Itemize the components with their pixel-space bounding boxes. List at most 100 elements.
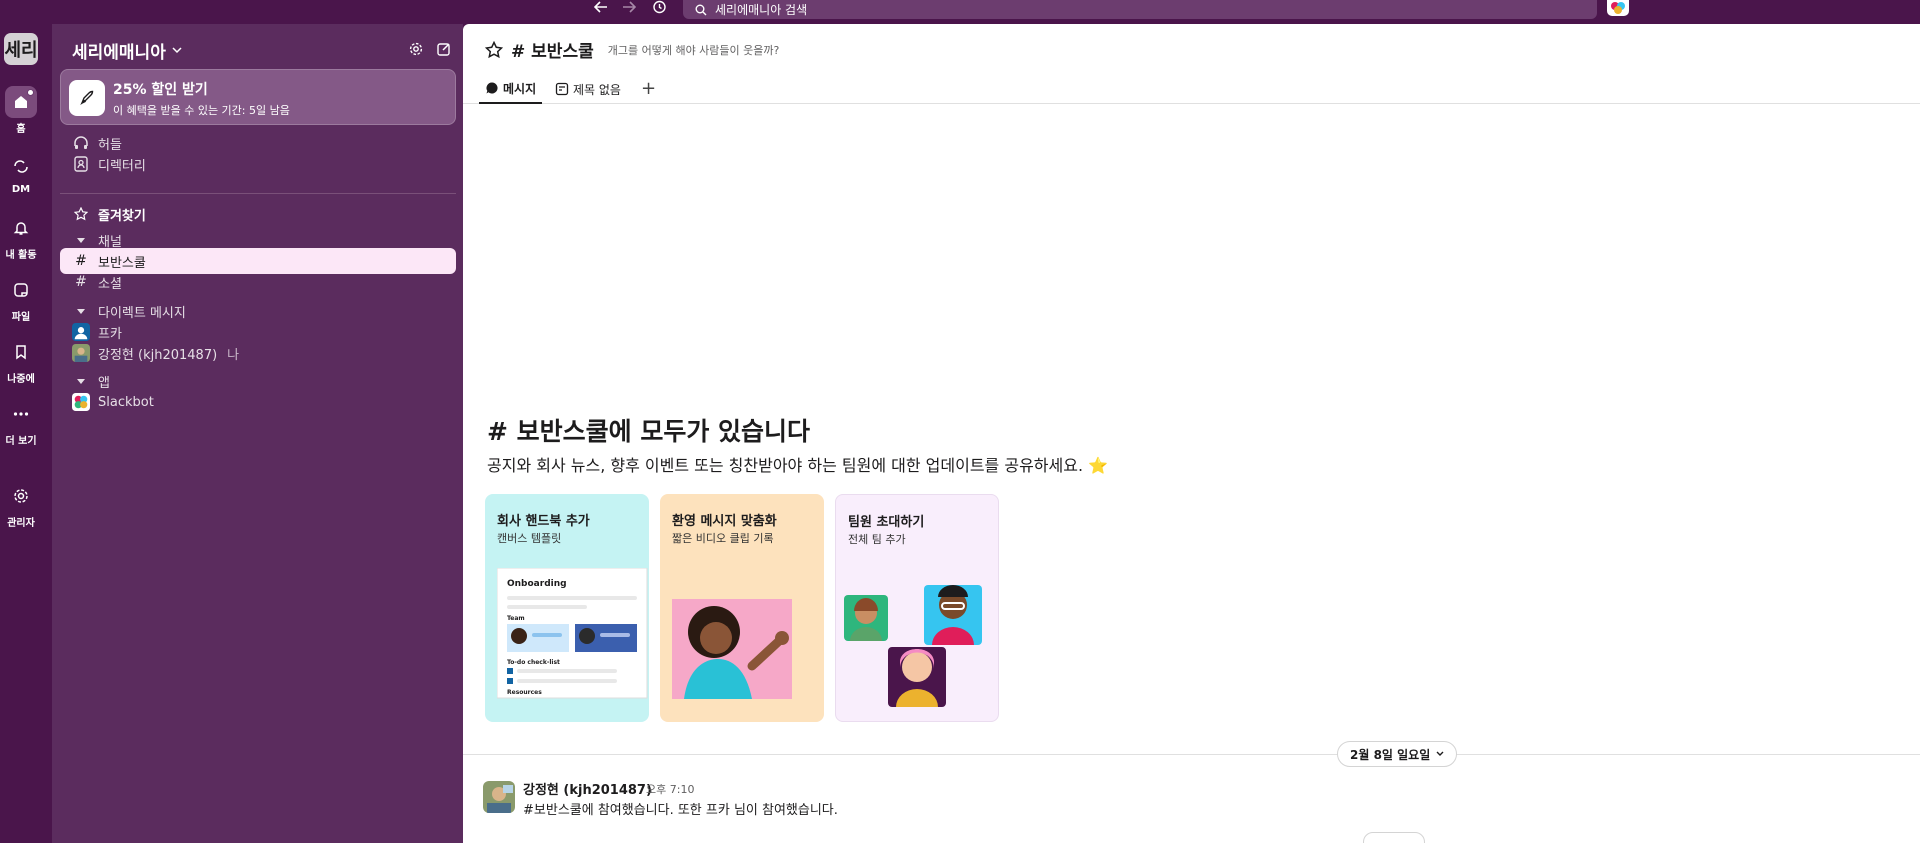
sidebar: 세리에매니아 25% 할인 받기 이 혜택을 받을 수 있는 기간: 5일 남음… [52, 24, 463, 843]
self-indicator: 나 [227, 347, 240, 363]
team-illustration [844, 585, 982, 707]
rail-item-more[interactable]: 더 보기 [0, 398, 42, 447]
channel-header: # 보반스쿨 개그를 어떻게 해야 사람들이 웃을까? 메시지 제목 없음 + [463, 24, 1920, 104]
channel-view: # 보반스쿨 개그를 어떻게 해야 사람들이 웃을까? 메시지 제목 없음 + … [463, 24, 1920, 843]
canvas-icon [555, 82, 569, 96]
back-arrow-icon[interactable] [592, 0, 610, 14]
rail-label: 관리자 [7, 518, 35, 529]
dm-name: 프카 [98, 326, 122, 342]
chevron-down-icon [172, 47, 182, 54]
channel-topic[interactable]: 개그를 어떻게 해야 사람들이 웃을까? [608, 42, 780, 58]
channel-name-button[interactable]: # 보반스쿨 [511, 37, 594, 62]
sidebar-item-app-slackbot[interactable]: Slackbot [60, 389, 456, 415]
message-author[interactable]: 강정현 (kjh201487) [523, 779, 652, 798]
section-label: 채널 [98, 234, 122, 250]
sidebar-item-directory[interactable]: 디렉터리 [60, 151, 456, 177]
rail-item-home[interactable]: 홈 [0, 86, 42, 135]
slackbot-icon [72, 392, 90, 412]
card-title: 회사 핸드북 추가 [497, 514, 590, 529]
section-label: 앱 [98, 375, 110, 391]
sidebar-item-dm-self[interactable]: 강정현 (kjh201487) 나 [60, 340, 456, 366]
rail-label: 내 활동 [5, 250, 37, 261]
home-icon [5, 86, 37, 118]
settings-icon [409, 42, 423, 56]
search-icon [695, 4, 707, 15]
date-divider-line [463, 754, 1920, 755]
hash-icon: # [75, 274, 87, 290]
card-title: 환영 메시지 맞춤화 [672, 514, 777, 529]
caret-down-icon [72, 308, 90, 314]
star-icon [72, 207, 90, 221]
sidebar-item-channel-social[interactable]: # 소셜 [60, 269, 456, 295]
divider [60, 193, 456, 194]
avatar [72, 343, 90, 363]
rail-item-files[interactable]: 파일 [0, 274, 42, 323]
channel-intro-title: # 보반스쿨에 모두가 있습니다 [487, 417, 811, 446]
channel-title-row: # 보반스쿨 개그를 어떻게 해야 사람들이 웃을까? [485, 37, 779, 62]
channel-name: 소셜 [98, 276, 122, 292]
channel-intro-description: 공지와 회사 뉴스, 향후 이벤트 또는 칭찬받아야 하는 팀원에 대한 업데이… [487, 456, 1109, 475]
files-icon [5, 274, 37, 306]
dm-name: 강정현 (kjh201487) [98, 347, 218, 363]
tab-label: 메시지 [503, 81, 537, 96]
card-invite-teammates[interactable]: 팀원 초대하기 전체 팀 추가 [835, 494, 999, 722]
tab-canvas-untitled[interactable]: 제목 없음 [549, 74, 627, 104]
channel-name: 보반스쿨 [98, 255, 146, 271]
caret-down-icon [72, 378, 90, 384]
date-label: 2월 8일 일요일 [1350, 747, 1431, 762]
workspace-logo[interactable]: 세리 [4, 33, 38, 65]
rail-label: 더 보기 [5, 436, 37, 447]
caret-down-icon [72, 237, 90, 243]
chevron-down-icon [1436, 751, 1444, 756]
bell-icon [5, 212, 37, 244]
message-avatar[interactable] [483, 781, 515, 813]
history-icon[interactable] [650, 0, 668, 14]
jump-pill[interactable] [1363, 832, 1425, 843]
message-timestamp[interactable]: 오후 7:10 [646, 781, 694, 797]
sidebar-item-label: 허들 [98, 137, 122, 153]
workspace-name-menu[interactable]: 세리에매니아 [72, 38, 182, 63]
bookmark-icon [5, 336, 37, 368]
rail-label: 홈 [16, 124, 26, 135]
search-input[interactable]: 세리에매니아 검색 [683, 0, 1597, 19]
directory-icon [72, 156, 90, 172]
preview-heading: Onboarding [507, 579, 567, 589]
search-placeholder: 세리에매니아 검색 [715, 3, 808, 17]
preview-resources: Resources [507, 689, 542, 696]
tab-messages[interactable]: 메시지 [479, 74, 543, 104]
rail-label: 파일 [11, 312, 31, 323]
discount-promo-banner[interactable]: 25% 할인 받기 이 혜택을 받을 수 있는 기간: 5일 남음 [60, 69, 456, 125]
user-avatar[interactable] [1607, 0, 1629, 16]
rail-label: 나중에 [7, 374, 35, 385]
workspace-rail: 세리 홈 DM 내 활동 파일 나중에 더 보기 관리자 [0, 24, 52, 843]
top-bar: 세리에매니아 검색 [0, 0, 1920, 24]
card-subtitle: 전체 팀 추가 [848, 533, 906, 546]
settings-button[interactable] [402, 35, 430, 63]
handbook-illustration: Onboarding Team To-do check-list Resourc… [497, 568, 648, 699]
app-name: Slackbot [98, 394, 154, 410]
rail-item-activity[interactable]: 내 활동 [0, 212, 42, 261]
star-icon[interactable] [485, 40, 503, 59]
favorites-label: 즐겨찾기 [98, 208, 146, 224]
rocket-icon [69, 80, 105, 116]
message-icon [486, 82, 498, 94]
card-customize-welcome[interactable]: 환영 메시지 맞춤화 짧은 비디오 클립 기록 [660, 494, 824, 722]
section-label: 다이렉트 메시지 [98, 305, 186, 321]
compose-button[interactable] [430, 35, 458, 63]
date-divider-button[interactable]: 2월 8일 일요일 [1337, 741, 1458, 767]
sidebar-favorites[interactable]: 즐겨찾기 [60, 201, 456, 227]
rail-item-dm[interactable]: DM [0, 150, 42, 195]
dm-icon [5, 150, 37, 182]
rail-item-admin[interactable]: 관리자 [0, 480, 42, 529]
sidebar-item-label: 디렉터리 [98, 158, 146, 174]
card-add-handbook[interactable]: 회사 핸드북 추가 캔버스 템플릿 Onboarding Team To-do … [485, 494, 649, 722]
rail-item-later[interactable]: 나중에 [0, 336, 42, 385]
preview-team: Team [507, 615, 525, 622]
card-title: 팀원 초대하기 [848, 515, 925, 530]
headphones-icon [72, 135, 90, 151]
video-illustration [672, 599, 792, 699]
rail-label: DM [11, 184, 31, 195]
add-tab-button[interactable]: + [641, 74, 656, 102]
card-subtitle: 짧은 비디오 클립 기록 [672, 532, 774, 545]
forward-arrow-icon[interactable] [620, 0, 638, 14]
